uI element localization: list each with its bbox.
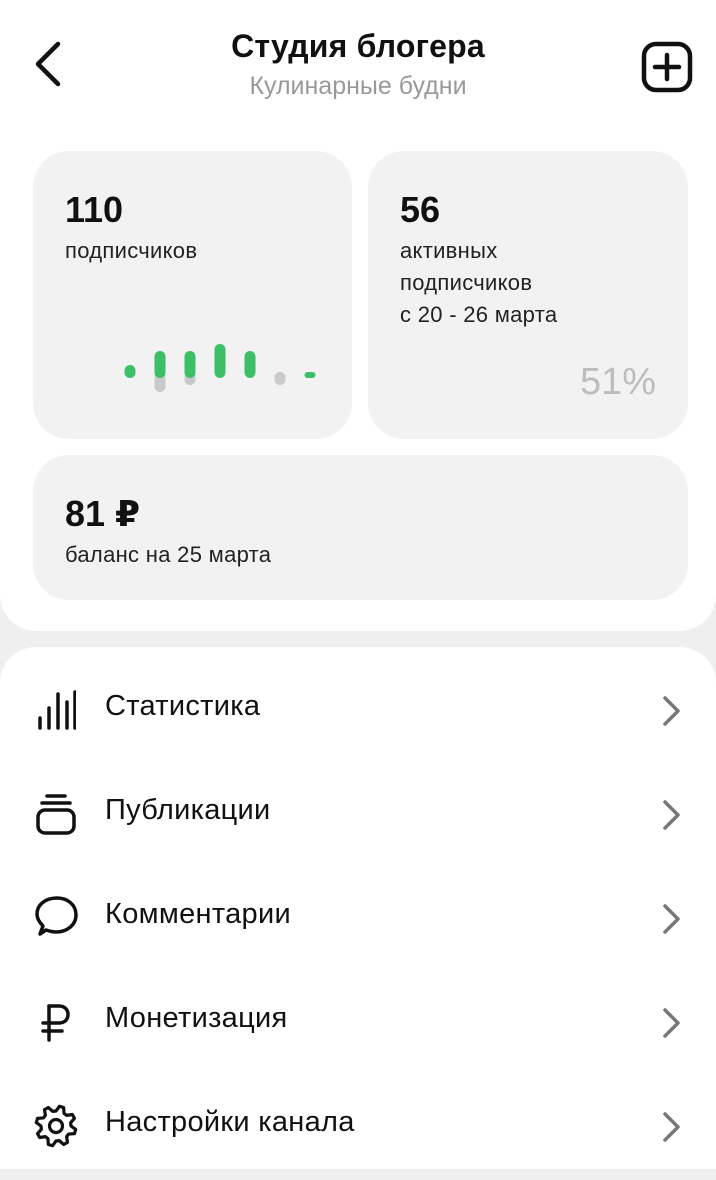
trend-gain-bar [214, 344, 226, 378]
menu-item-statistics[interactable]: Статистика [0, 660, 716, 764]
menu-item-comments[interactable]: Комментарии [0, 868, 716, 972]
menu-item-publications[interactable]: Публикации [0, 764, 716, 868]
ruble-icon [32, 998, 80, 1046]
plus-square-icon [641, 41, 693, 93]
chevron-right-icon [663, 904, 680, 934]
subscribers-card[interactable]: 110 подписчиков [33, 151, 352, 439]
menu-item-label: Комментарии [105, 898, 291, 930]
active-subscribers-label: активных подписчиков с 20 - 26 марта [400, 235, 557, 331]
trend-flat-bar [304, 372, 316, 378]
menu-item-label: Настройки канала [105, 1106, 355, 1138]
active-subscribers-card[interactable]: 56 активных подписчиков с 20 - 26 марта … [368, 151, 688, 439]
balance-label: баланс на 25 марта [65, 542, 272, 567]
chevron-right-icon [663, 1008, 680, 1038]
menu-item-label: Публикации [105, 794, 271, 826]
balance-amount: 81 ₽ [65, 493, 141, 534]
trend-gain-bar [244, 351, 256, 378]
active-label-period: с 20 - 26 марта [400, 302, 558, 327]
bar-chart-icon [32, 686, 80, 734]
page-title: Студия блогера [231, 28, 485, 64]
subscribers-trend-chart [124, 344, 316, 392]
balance-card[interactable]: 81 ₽ баланс на 25 марта [33, 455, 688, 600]
chat-bubble-icon [32, 894, 80, 942]
menu-item-monetization[interactable]: Монетизация [0, 972, 716, 1076]
trend-loss-bar [274, 372, 286, 385]
trend-gain-bar [184, 351, 196, 378]
active-subscribers-count: 56 [400, 189, 441, 230]
menu-item-label: Статистика [105, 690, 261, 722]
header: Студия блогера Кулинарные будни [0, 0, 716, 130]
trend-gain-bar [154, 351, 166, 378]
active-percent: 51% [579, 361, 656, 403]
chevron-right-icon [663, 800, 680, 830]
gear-icon [32, 1102, 80, 1150]
active-label-line-2: подписчиков [400, 270, 533, 295]
add-button[interactable] [636, 37, 698, 97]
active-label-line-1: активных [400, 238, 498, 263]
chevron-right-icon [663, 696, 680, 726]
page-subtitle: Кулинарные будни [249, 72, 467, 100]
chevron-right-icon [663, 1112, 680, 1142]
top-panel: Студия блогера Кулинарные будни 110 подп… [0, 0, 716, 631]
stack-icon [32, 790, 80, 838]
trend-gain-bar [124, 365, 136, 378]
menu-item-label: Монетизация [105, 1002, 288, 1034]
menu-panel: Статистика Публикации Комментарии Монети… [0, 647, 716, 1169]
menu-item-channel-settings[interactable]: Настройки канала [0, 1076, 716, 1180]
